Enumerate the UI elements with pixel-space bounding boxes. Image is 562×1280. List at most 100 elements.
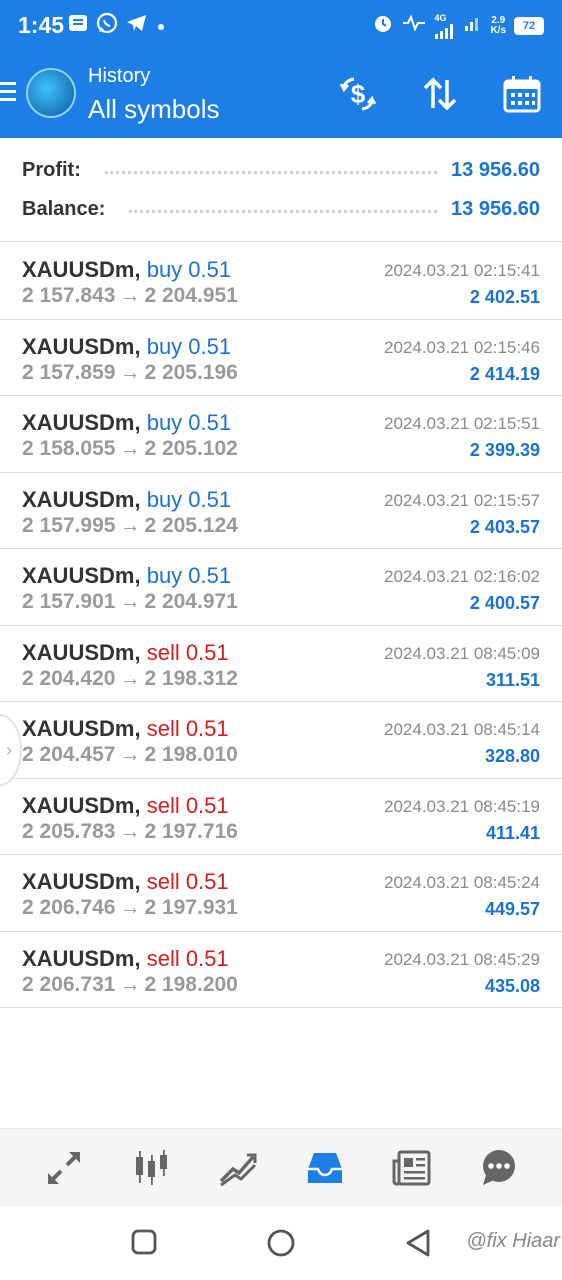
deal-symbol: XAUUSDm, [22,792,141,818]
deal-profit: 449.57 [484,899,540,919]
system-nav-bar: @fix Hiaar [0,1206,562,1280]
deal-symbol: XAUUSDm, [22,563,141,588]
messages-app-icon [68,14,88,38]
deal-symbol-line: XAUUSDm, sell 0.51 [22,869,229,895]
profit-row: Profit: 13 956.60 [22,155,540,185]
deal-profit: 435.08 [484,975,540,996]
history-icon[interactable] [301,1144,349,1192]
calendar-icon[interactable] [502,74,542,114]
back-button[interactable] [404,1228,432,1263]
deal-symbol: XAUUSDm, [22,410,141,435]
deal-open-price: 2 206.746 [22,896,116,919]
sort-icon[interactable] [420,74,460,114]
trade-icon[interactable] [214,1144,262,1192]
deal-symbol-line: XAUUSDm, buy 0.51 [22,410,231,436]
deal-open-price: 2 157.859 [22,360,116,384]
deal-side: buy 0.51 [146,486,232,512]
system-status: 4G 2.9 K/s 72 [372,12,544,40]
deal-symbol: XAUUSDm, [22,257,141,282]
menu-icon[interactable] [0,82,16,104]
deal-time: 2024.03.21 02:15:41 [384,261,540,280]
dot-icon [156,14,166,38]
deal-open-price: 2 204.457 [22,743,116,766]
deal-profit: 328.80 [484,746,540,766]
deal-open-price: 2 205.783 [22,819,116,843]
deal-symbol: XAUUSDm, [22,869,141,894]
signal-4g-icon: 4G [434,13,456,39]
recents-button[interactable] [130,1228,158,1261]
deal-prices: 2 206.746 → 2 197.931 [22,896,238,920]
deal-time: 2024.03.21 02:15:46 [384,337,540,357]
signal-bars-icon [464,14,482,38]
deal-open-price: 2 157.843 [22,284,116,307]
quotes-icon[interactable] [40,1144,88,1192]
messages-icon[interactable] [475,1144,523,1192]
news-icon[interactable] [388,1144,436,1192]
deal-close-price: 2 197.716 [144,819,238,843]
deal-time: 2024.03.21 02:16:02 [384,567,540,586]
account-summary: Profit: 13 956.60 Balance: 13 956.60 [0,138,562,242]
page-subtitle: History [88,65,151,87]
balance-label: Balance: [22,197,106,220]
arrow-icon: → [119,284,141,307]
arrow-icon: → [119,590,141,613]
deal-open-price: 2 157.901 [22,590,116,613]
deal-time: 2024.03.21 08:45:29 [384,949,540,969]
deal-side: buy 0.51 [146,410,232,435]
arrow-icon: → [119,437,141,460]
chevron-right-icon: › [6,740,12,760]
deal-time: 2024.03.21 02:15:51 [384,414,540,433]
arrow-icon: → [119,819,141,843]
deal-side: sell 0.51 [146,639,229,665]
deal-open-price: 2 204.420 [22,666,116,690]
deal-symbol-line: XAUUSDm, sell 0.51 [22,716,229,742]
metatrader-logo [26,68,76,118]
leader-dots [104,170,438,174]
deal-row[interactable]: XAUUSDm, buy 0.51 2 157.901 → 2 204.971 20… [0,549,562,626]
deal-row[interactable]: XAUUSDm, sell 0.51 2 206.746 → 2 197.931 2… [0,855,562,932]
status-bar: 1:45 4G 2.9 K/s 72 [0,0,562,52]
deal-row[interactable]: XAUUSDm, sell 0.51 2 205.783 → 2 197.716 2… [0,779,562,855]
deal-prices: 2 157.843 → 2 204.951 [22,284,238,308]
deal-row[interactable]: XAUUSDm, sell 0.51 2 204.420 → 2 198.312 2… [0,626,562,702]
deal-close-price: 2 197.931 [144,896,238,919]
deal-row[interactable]: XAUUSDm, buy 0.51 2 157.995 → 2 205.124 20… [0,473,562,549]
chart-icon[interactable] [127,1144,175,1192]
deal-symbol: XAUUSDm, [22,486,141,512]
deal-profit: 411.41 [485,822,540,843]
home-button[interactable] [266,1228,296,1263]
deal-row[interactable]: XAUUSDm, sell 0.51 2 204.457 → 2 198.010 2… [0,702,562,779]
arrow-icon: → [119,896,141,919]
notification-icons [68,12,166,40]
net-speed-unit: K/s [490,25,506,36]
deal-side: sell 0.51 [146,716,229,741]
deal-prices: 2 157.995 → 2 205.124 [22,514,238,538]
deal-prices: 2 204.457 → 2 198.010 [22,743,238,767]
deal-row[interactable]: XAUUSDm, buy 0.51 2 157.859 → 2 205.196 20… [0,320,562,396]
whatsapp-icon [96,12,118,40]
deal-prices: 2 205.783 → 2 197.716 [22,820,238,844]
deal-close-price: 2 204.951 [144,284,238,307]
deal-row[interactable]: XAUUSDm, buy 0.51 2 157.843 → 2 204.951 20… [0,243,562,320]
leader-dots [129,209,438,213]
activity-icon [402,14,426,38]
arrow-icon: → [119,743,141,766]
deal-prices: 2 157.901 → 2 204.971 [22,590,238,614]
deal-row[interactable]: XAUUSDm, buy 0.51 2 158.055 → 2 205.102 20… [0,396,562,473]
deal-row[interactable]: XAUUSDm, sell 0.51 2 206.731 → 2 198.200 2… [0,932,562,1008]
dollar-sync-icon[interactable]: $ [338,74,378,114]
deal-symbol: XAUUSDm, [22,945,141,971]
alarm-icon [372,12,394,40]
profit-label: Profit: [22,158,81,181]
deal-close-price: 2 205.196 [144,360,238,384]
page-title[interactable]: All symbols [88,94,219,125]
deal-side: buy 0.51 [146,333,232,359]
svg-text:$: $ [351,79,366,109]
deal-symbol-line: XAUUSDm, sell 0.51 [22,793,229,819]
profit-value: 13 956.60 [451,158,540,181]
balance-value: 13 956.60 [451,197,540,220]
battery-icon: 72 [514,17,544,35]
deal-prices: 2 157.859 → 2 205.196 [22,361,238,385]
deal-prices: 2 158.055 → 2 205.102 [22,437,238,461]
deal-time: 2024.03.21 08:45:14 [384,720,540,739]
